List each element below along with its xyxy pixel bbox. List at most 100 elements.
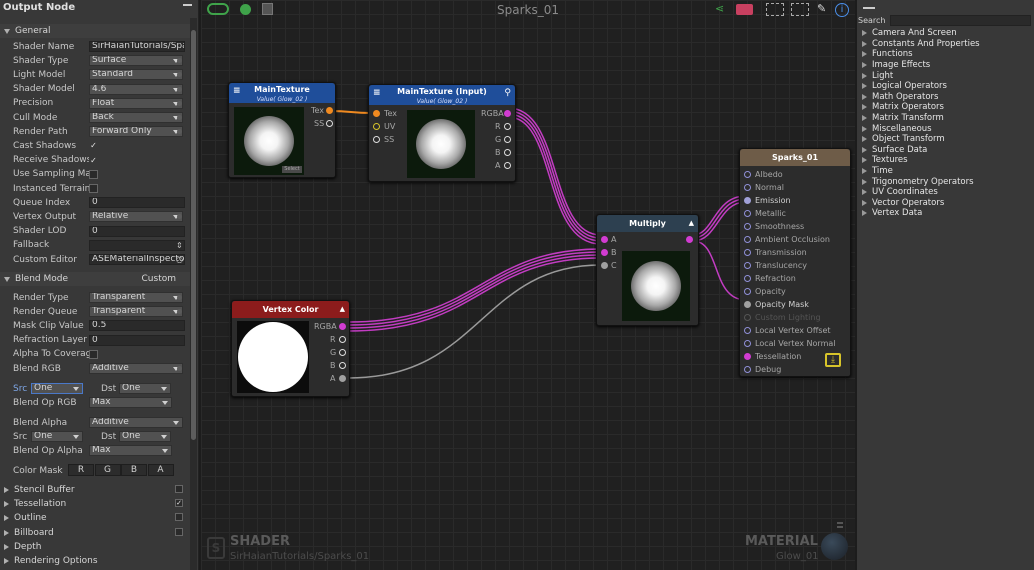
reset-dot-icon[interactable] [177,115,182,120]
blend-rgb-dropdown[interactable]: Additive [89,363,183,374]
category-camera-and-screen[interactable]: Camera And Screen [857,28,1034,39]
input-port-metallic[interactable] [744,210,751,217]
input-port-custom-lighting[interactable] [744,314,751,321]
node-header[interactable]: ≡ MainTexture Value( Glow_02 ) [229,83,335,103]
stepper-icon[interactable]: ⇕ [176,241,183,250]
section-outline[interactable]: Outline [0,511,190,525]
category-matrix-transform[interactable]: Matrix Transform [857,113,1034,124]
input-port-tex[interactable] [373,110,380,117]
billboard-checkbox[interactable] [175,527,183,536]
instanced-terrain-checkbox[interactable] [89,184,98,193]
stencil-buffer-checkbox[interactable] [175,485,183,493]
section-billboard[interactable]: Billboard [0,526,190,540]
input-port-local-vertex-normal[interactable] [744,340,751,347]
category-functions[interactable]: Functions [857,49,1034,60]
input-port-uv[interactable] [373,123,380,130]
input-port-local-vertex-offset[interactable] [744,327,751,334]
master-output-icon[interactable]: ⤓ [825,353,841,367]
section-rendering-options[interactable]: Rendering Options [0,554,190,568]
outline-checkbox[interactable] [175,513,183,522]
reset-dot-icon[interactable] [177,295,182,300]
reset-dot-icon[interactable] [177,366,182,371]
category-math-operators[interactable]: Math Operators [857,92,1034,103]
panel-scrollbar[interactable] [190,18,197,570]
output-port-g[interactable] [339,349,346,356]
input-port-ambient-occlusion[interactable] [744,236,751,243]
use-sampling-mac-checkbox[interactable] [89,169,98,179]
input-port-albedo[interactable] [744,171,751,178]
output-port-g[interactable] [504,136,511,143]
receive-shadows-checkbox[interactable]: ✓ [89,156,98,165]
shader-type-dropdown[interactable]: Surface [89,55,183,67]
input-port-emission[interactable] [744,197,751,204]
blend-op-alpha-dropdown[interactable]: Max [89,445,172,456]
category-vertex-data[interactable]: Vertex Data [857,208,1034,219]
category-uv-coordinates[interactable]: UV Coordinates [857,187,1034,198]
queue-index-input[interactable]: 0 [89,197,185,209]
node-output[interactable]: Sparks_01 Albedo Normal Emission Metallic Sm… [739,148,851,377]
category-logical-operators[interactable]: Logical Operators [857,81,1034,92]
cast-shadows-checkbox[interactable]: ✓ [89,141,98,150]
input-port-opacity[interactable] [744,288,751,295]
shader-model-dropdown[interactable]: 4.6 [89,83,183,95]
output-port-r[interactable] [504,123,511,130]
output-port-a[interactable] [504,162,511,169]
output-port-b[interactable] [339,362,346,369]
src-alpha-dropdown[interactable]: One [31,431,83,442]
category-trigonometry-operators[interactable]: Trigonometry Operators [857,176,1034,187]
category-textures[interactable]: Textures [857,155,1034,166]
category-object-transform[interactable]: Object Transform [857,134,1034,145]
color-mask-a-button[interactable]: A [147,464,174,476]
output-port-tex[interactable] [326,107,333,114]
cull-mode-dropdown[interactable]: Back [89,112,183,123]
input-port-ss[interactable] [373,136,380,143]
select-button[interactable]: Select [282,166,302,173]
vertex-output-dropdown[interactable]: Relative [89,211,183,223]
alpha-to-coverage-checkbox[interactable] [89,349,98,359]
input-port-refraction[interactable] [744,275,751,282]
refraction-layer-input[interactable]: 0 [89,334,185,346]
output-port-a[interactable] [339,375,346,382]
node-header[interactable]: Vertex Color ▲ [232,301,349,318]
category-light[interactable]: Light [857,70,1034,81]
output-port-rgba[interactable] [504,110,511,117]
input-port-debug[interactable] [744,366,751,373]
color-mask-r-button[interactable]: R [68,464,94,476]
output-port[interactable] [686,236,693,243]
render-queue-dropdown[interactable]: Transparent [89,306,183,318]
node-header[interactable]: Sparks_01 [740,149,850,166]
input-port-normal[interactable] [744,184,751,191]
light-model-dropdown[interactable]: Standard [89,69,183,81]
scrollbar-thumb[interactable] [191,30,196,440]
section-blend-mode[interactable]: Blend Mode Custom [0,272,190,286]
input-port-c[interactable] [601,262,608,269]
shader-name-input[interactable]: SirHaianTutorials/Spark [89,41,185,52]
src-rgb-dropdown[interactable]: One [31,383,83,394]
tessellation-checkbox[interactable]: ✓ [175,499,183,508]
output-port-b[interactable] [504,149,511,156]
node-multiply[interactable]: Multiply ▲ A B C [596,214,699,326]
render-type-dropdown[interactable]: Transparent [89,292,183,303]
mask-clip-value-input[interactable]: 0.5 [89,320,185,332]
fallback-input[interactable] [89,239,185,251]
reset-dot-icon[interactable] [177,86,182,92]
blend-op-rgb-dropdown[interactable]: Max [89,397,172,408]
shader-lod-input[interactable]: 0 [89,225,185,237]
section-depth[interactable]: Depth [0,540,190,554]
reset-dot-icon[interactable] [177,100,182,106]
category-image-effects[interactable]: Image Effects [857,60,1034,71]
input-port-b[interactable] [601,249,608,256]
section-tessellation[interactable]: Tessellation ✓ [0,497,190,511]
minimize-icon[interactable] [183,4,192,6]
search-input[interactable] [890,15,1031,26]
category-surface-data[interactable]: Surface Data [857,145,1034,156]
output-port-ss[interactable] [326,120,333,127]
node-header[interactable]: ≡ MainTexture (Input) Value( Glow_02 ) ⚲ [369,85,515,105]
node-main-texture-input[interactable]: ≡ MainTexture (Input) Value( Glow_02 ) ⚲ Te… [368,84,516,182]
color-mask-g-button[interactable]: G [94,464,121,476]
blend-mode-value[interactable]: Custom [142,274,176,284]
node-canvas[interactable]: Sparks_01 ⋖ ✎ i ≡ MainTexture Value( Glow_… [201,0,855,570]
category-miscellaneous[interactable]: Miscellaneous [857,123,1034,134]
node-header[interactable]: Multiply ▲ [597,215,698,232]
output-port-rgba[interactable] [339,323,346,330]
